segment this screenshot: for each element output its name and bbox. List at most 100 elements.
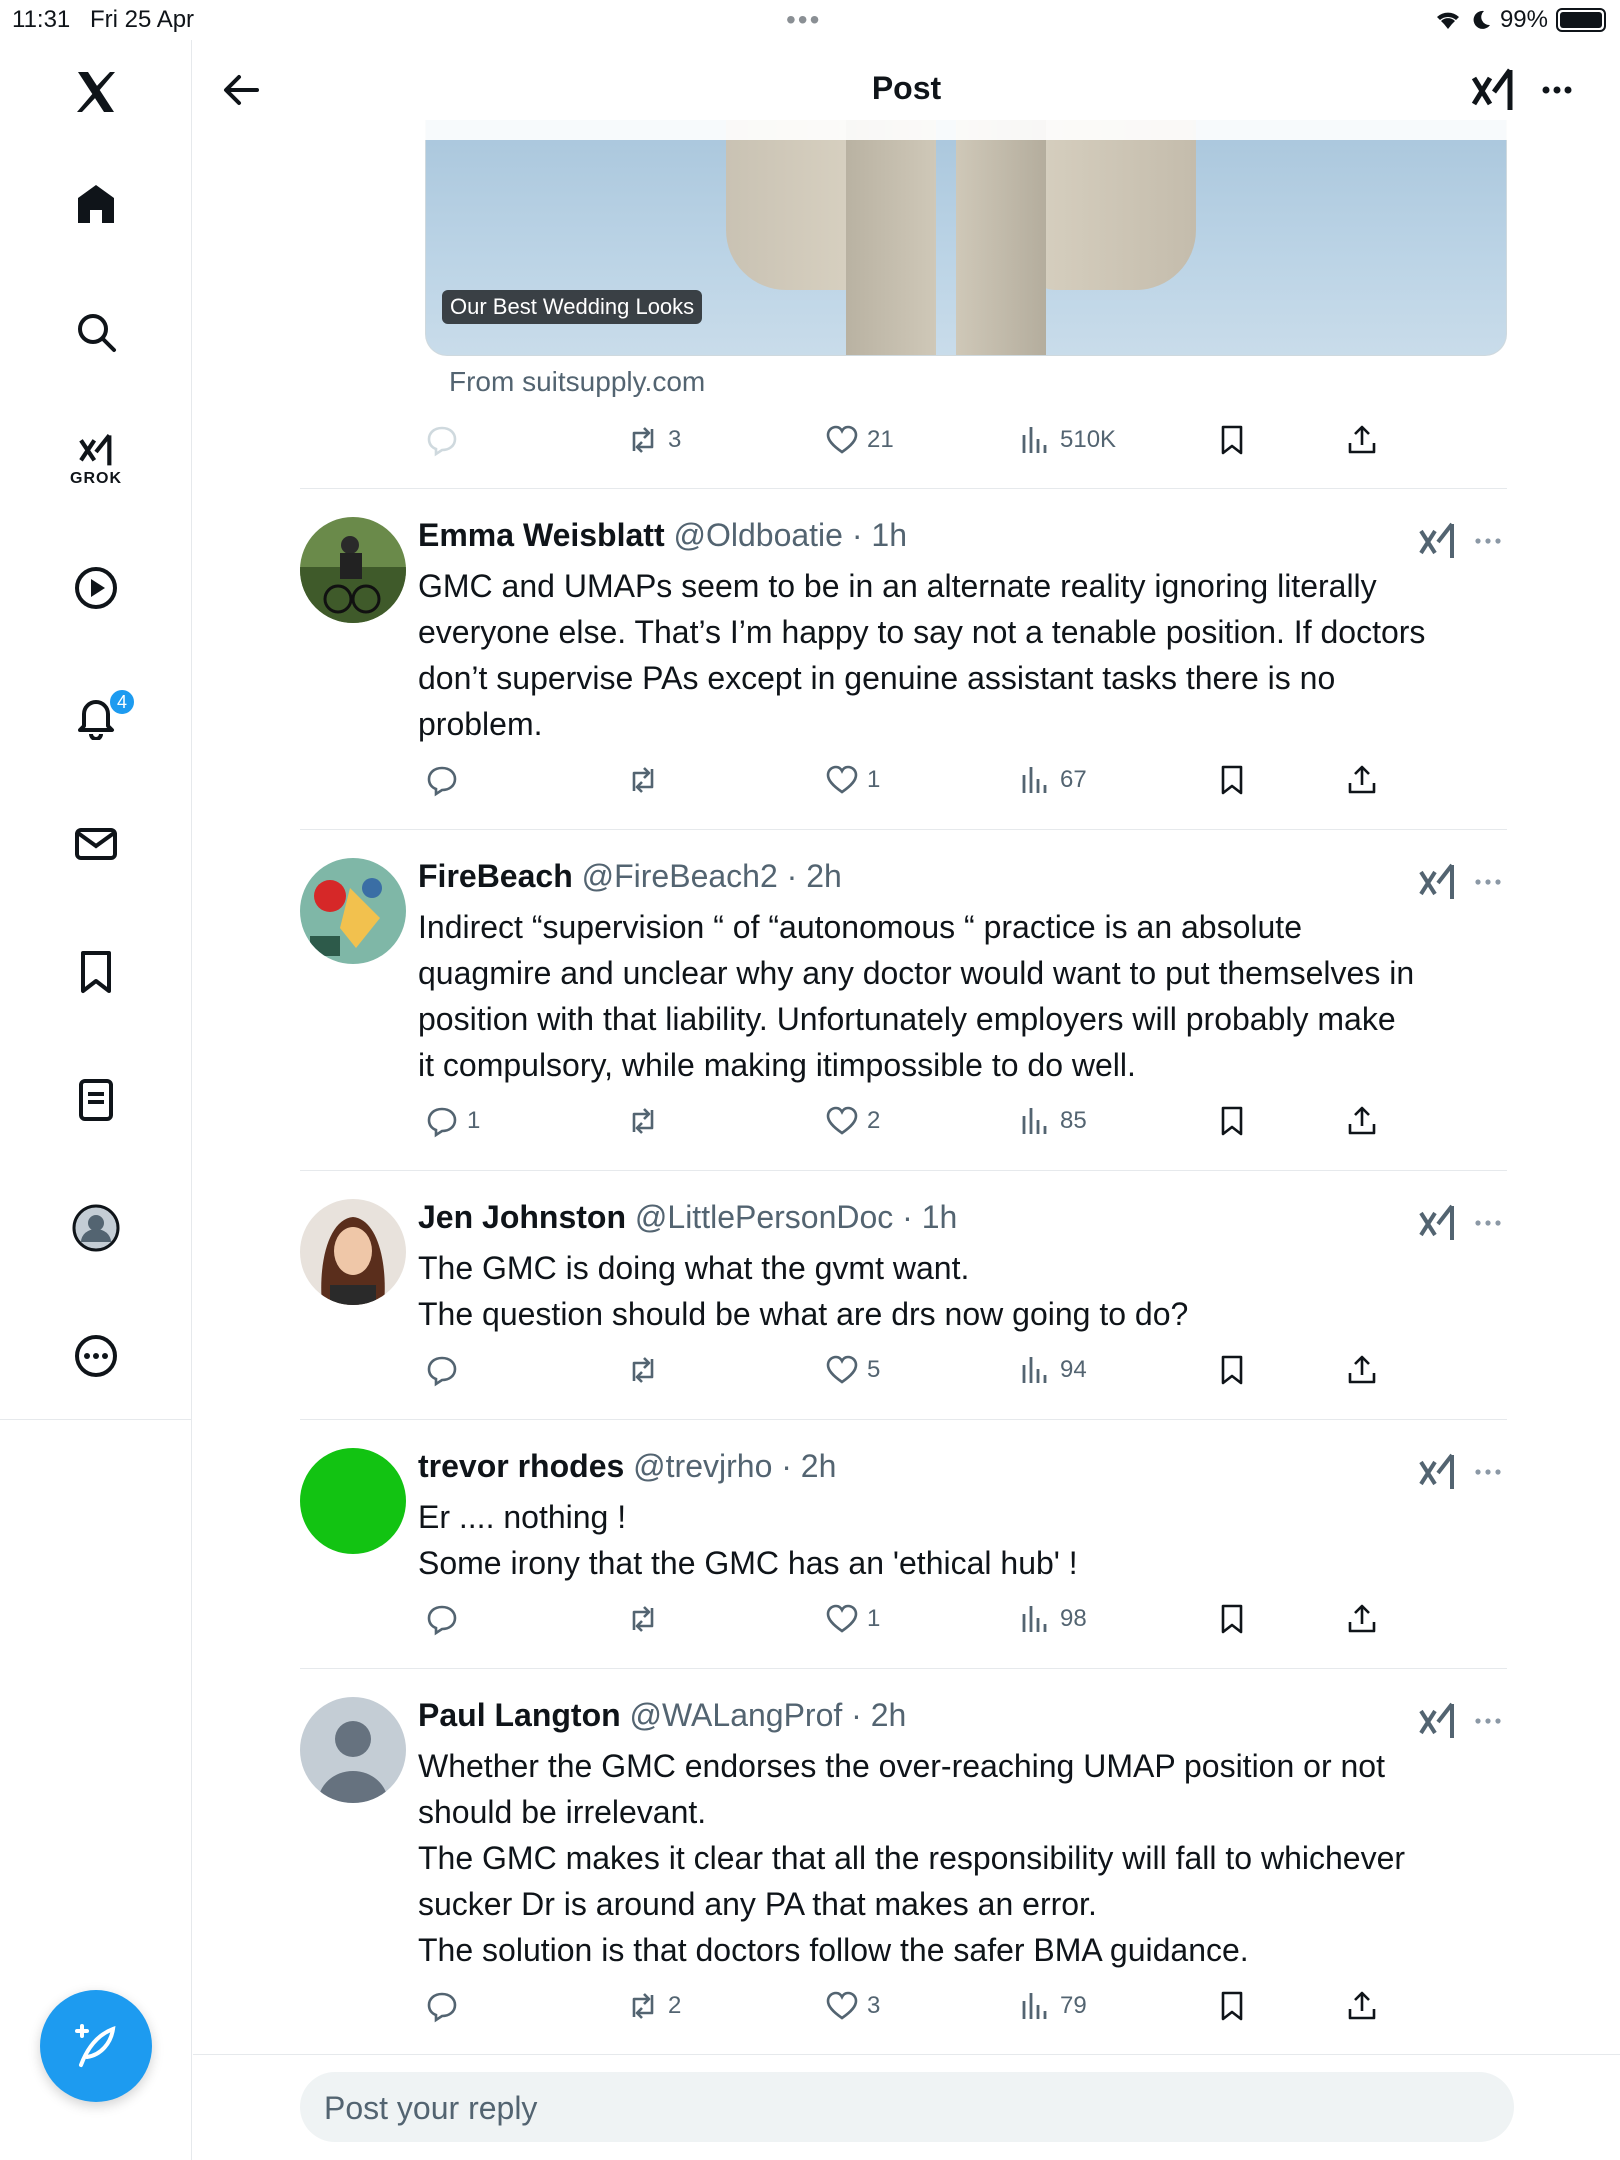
reply-header: Paul Langton @WALangProf · 2h	[418, 1697, 906, 1734]
reply-icon	[427, 1356, 457, 1387]
avatar[interactable]	[300, 858, 406, 964]
avatar[interactable]	[300, 517, 406, 623]
sidebar-item-lists[interactable]	[48, 1052, 144, 1148]
share-button[interactable]	[1345, 1599, 1379, 1639]
reply-bar-divider	[193, 2054, 1620, 2055]
views-button[interactable]: 98	[1018, 1599, 1087, 1639]
link-card-image[interactable]: Our Best Wedding Looks	[425, 120, 1507, 356]
repost-button[interactable]: 2	[626, 1986, 681, 2026]
bookmark-button[interactable]	[1215, 1350, 1249, 1390]
repost-icon	[632, 1357, 654, 1383]
display-name[interactable]: FireBeach	[418, 858, 573, 894]
status-date: Fri 25 Apr	[90, 6, 195, 33]
bookmark-icon	[1221, 1355, 1243, 1385]
share-button[interactable]	[1345, 1350, 1379, 1390]
battery-icon	[1556, 8, 1606, 32]
bookmark-button[interactable]	[1215, 420, 1249, 460]
avatar[interactable]	[300, 1199, 406, 1305]
grok-icon[interactable]	[1468, 66, 1516, 114]
repost-button[interactable]	[626, 760, 668, 800]
like-button[interactable]: 2	[825, 1101, 880, 1141]
x-logo-icon[interactable]	[48, 44, 144, 140]
reply-button[interactable]: 1	[425, 1101, 480, 1141]
sidebar-item-profile[interactable]	[48, 1180, 144, 1276]
reply-text: Whether the GMC endorses the over-reachi…	[418, 1743, 1508, 1973]
share-button[interactable]	[1345, 1101, 1379, 1141]
views-button[interactable]: 67	[1018, 760, 1087, 800]
share-button[interactable]	[1345, 1986, 1379, 2026]
more-options-icon[interactable]	[1468, 1452, 1508, 1492]
reply-header: Emma Weisblatt @Oldboatie · 1h	[418, 517, 907, 554]
like-button[interactable]: 1	[825, 1599, 880, 1639]
views-button[interactable]: 85	[1018, 1101, 1087, 1141]
sidebar-item-messages[interactable]	[48, 796, 144, 892]
grok-icon[interactable]	[1417, 521, 1457, 561]
display-name[interactable]: trevor rhodes	[418, 1448, 624, 1484]
repost-button[interactable]: 3	[626, 420, 681, 460]
reply-input[interactable]: Post your reply	[300, 2072, 1514, 2142]
share-button[interactable]	[1345, 760, 1379, 800]
status-time: 11:31	[12, 6, 71, 33]
repost-button[interactable]	[626, 1101, 668, 1141]
more-options-icon[interactable]	[1468, 862, 1508, 902]
main-column: Our Best Wedding Looks From suitsupply.c…	[193, 0, 1513, 2160]
compose-post-button[interactable]	[40, 1990, 152, 2102]
bookmark-button[interactable]	[1215, 760, 1249, 800]
reply-header: FireBeach @FireBeach2 · 2h	[418, 858, 842, 895]
more-options-icon[interactable]	[1468, 521, 1508, 561]
sidebar-item-grok[interactable]: GROK	[48, 412, 144, 508]
grok-icon[interactable]	[1417, 1203, 1457, 1243]
reply-text: Indirect “supervision “ of “autonomous “…	[418, 904, 1508, 1088]
grok-icon[interactable]	[1417, 1701, 1457, 1741]
bookmark-icon	[1221, 765, 1243, 795]
like-button[interactable]: 5	[825, 1350, 880, 1390]
handle[interactable]: @Oldboatie	[673, 517, 842, 553]
sidebar-item-bookmarks[interactable]	[48, 924, 144, 1020]
text-line: Er .... nothing !	[418, 1499, 627, 1535]
display-name[interactable]: Jen Johnston	[418, 1199, 626, 1235]
reply-button[interactable]	[425, 1986, 467, 2026]
reply-button[interactable]	[425, 760, 467, 800]
handle[interactable]: @WALangProf	[630, 1697, 843, 1733]
more-options-icon[interactable]	[1468, 1203, 1508, 1243]
reply-button[interactable]	[425, 1599, 467, 1639]
display-name[interactable]: Emma Weisblatt	[418, 517, 665, 553]
handle[interactable]: @trevjrho	[633, 1448, 772, 1484]
sidebar-item-more[interactable]	[48, 1308, 144, 1404]
views-button[interactable]: 510K	[1018, 420, 1116, 460]
sidebar-item-home[interactable]	[48, 156, 144, 252]
heart-icon	[826, 1604, 858, 1633]
like-button[interactable]: 3	[825, 1986, 880, 2026]
sidebar-item-search[interactable]	[48, 284, 144, 380]
grok-icon[interactable]	[1417, 1452, 1457, 1492]
share-icon	[1348, 1991, 1376, 2020]
like-button[interactable]: 1	[825, 760, 880, 800]
like-count: 2	[867, 1107, 881, 1134]
share-icon	[1348, 1604, 1376, 1633]
grok-icon[interactable]	[1417, 862, 1457, 902]
views-button[interactable]: 79	[1018, 1986, 1087, 2026]
bookmark-button[interactable]	[1215, 1101, 1249, 1141]
display-name[interactable]: Paul Langton	[418, 1697, 621, 1733]
more-options-icon[interactable]	[1468, 1701, 1508, 1741]
handle[interactable]: @LittlePersonDoc	[635, 1199, 893, 1235]
share-button[interactable]	[1345, 420, 1379, 460]
repost-button[interactable]	[626, 1350, 668, 1390]
reply-button[interactable]	[425, 1350, 467, 1390]
text-line: quagmire and unclear why any doctor woul…	[418, 955, 1415, 991]
handle[interactable]: @FireBeach2	[582, 858, 778, 894]
more-options-icon[interactable]	[1533, 66, 1581, 114]
views-button[interactable]: 94	[1018, 1350, 1087, 1390]
sidebar-item-videos[interactable]	[48, 540, 144, 636]
link-card-source[interactable]: From suitsupply.com	[449, 366, 705, 398]
like-button[interactable]: 21	[825, 420, 894, 460]
post-actions: 3 21 510K	[425, 420, 1425, 460]
avatar[interactable]	[300, 1697, 406, 1803]
reply-button[interactable]	[425, 420, 467, 460]
repost-button[interactable]	[626, 1599, 668, 1639]
bookmark-button[interactable]	[1215, 1986, 1249, 2026]
bookmark-button[interactable]	[1215, 1599, 1249, 1639]
sidebar-item-notifications[interactable]: 4	[48, 668, 144, 764]
avatar[interactable]	[300, 1448, 406, 1554]
more-circle-icon	[75, 1335, 117, 1377]
